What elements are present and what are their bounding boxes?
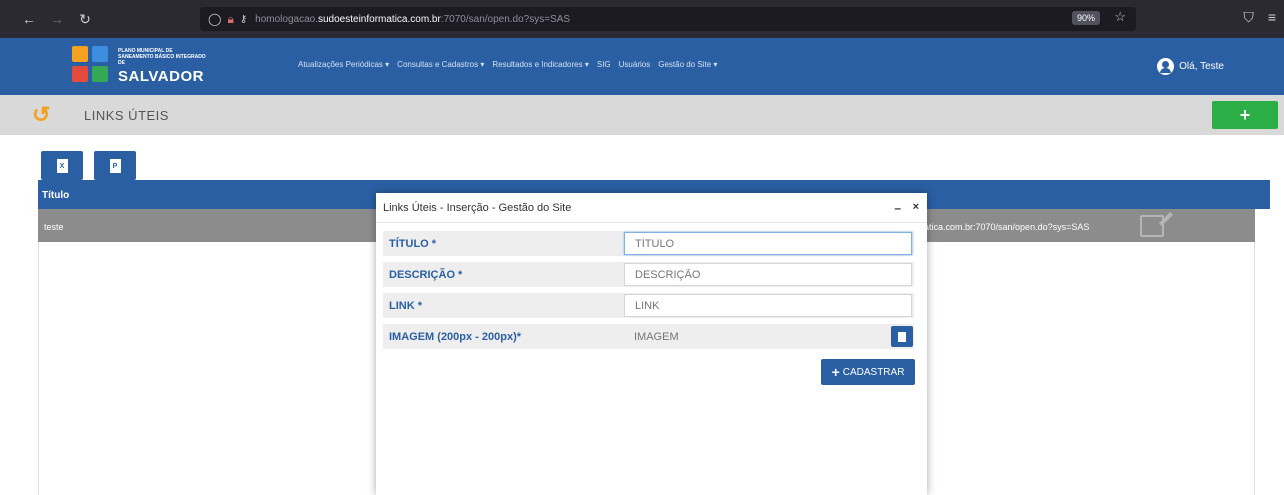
pdf-file-icon: P	[109, 158, 121, 173]
modal-header: Links Úteis - Inserção - Gestão do Site …	[376, 193, 927, 223]
url-bar[interactable]: ◯ 🔒︎ ⚷ homologacao.sudoesteinformatica.c…	[200, 7, 1136, 31]
form-row-imagem: IMAGEM (200px - 200px)*	[383, 324, 914, 349]
link-input[interactable]	[624, 294, 912, 317]
descricao-input[interactable]	[624, 263, 912, 286]
export-pdf-button[interactable]: P	[94, 151, 136, 180]
titulo-label: TÍTULO *	[389, 238, 437, 250]
add-button[interactable]: +	[1212, 101, 1278, 129]
site-logo[interactable]: PLANO MUNICIPAL DE SANEAMENTO BÁSICO INT…	[72, 46, 206, 86]
form-row-descricao: DESCRIÇÃO *	[383, 262, 914, 287]
cadastrar-button[interactable]: + CADASTRAR	[821, 359, 915, 385]
zoom-badge[interactable]: 90%	[1071, 11, 1100, 25]
edit-icon[interactable]	[1140, 215, 1164, 237]
upload-image-button[interactable]	[891, 326, 913, 347]
browser-toolbar: ← → ↻ ◯ 🔒︎ ⚷ homologacao.sudoesteinforma…	[0, 0, 1284, 38]
menu-item-gestao-site[interactable]: Gestão do Site ▾	[658, 60, 717, 69]
row-link: atica.com.br:7070/san/open.do?sys=SAS	[924, 222, 1090, 232]
minimize-button[interactable]: –	[894, 201, 901, 215]
cadastrar-label: CADASTRAR	[842, 366, 905, 378]
form-row-link: LINK *	[383, 293, 914, 318]
titulo-input[interactable]	[624, 232, 912, 255]
page-title-bar: ↺ LINKS ÚTEIS +	[0, 95, 1284, 135]
descricao-label: DESCRIÇÃO *	[389, 269, 463, 281]
modal-title: Links Úteis - Inserção - Gestão do Site	[383, 202, 572, 214]
menu-item-usuarios[interactable]: Usuários	[619, 60, 651, 69]
close-button[interactable]: ×	[913, 201, 919, 213]
file-upload-icon	[898, 331, 906, 342]
user-menu[interactable]: Olá, Teste	[1157, 58, 1224, 75]
lock-icon[interactable]: 🔒︎	[227, 12, 233, 27]
shield-icon[interactable]: ◯	[208, 12, 221, 26]
user-avatar-icon	[1157, 58, 1175, 75]
menu-item-atualizacoes[interactable]: Atualizações Periódicas ▾	[298, 60, 389, 69]
imagem-input[interactable]	[624, 325, 884, 348]
menu-item-consultas[interactable]: Consultas e Cadastros ▾	[397, 60, 484, 69]
main-menu: Atualizações Periódicas ▾ Consultas e Ca…	[298, 60, 717, 69]
link-label: LINK *	[389, 300, 422, 312]
page-title: LINKS ÚTEIS	[84, 108, 169, 123]
column-header-title[interactable]: Título	[42, 190, 69, 201]
back-icon[interactable]: ↺	[32, 103, 60, 127]
logo-emblem	[72, 46, 112, 86]
key-icon[interactable]: ⚷	[240, 14, 247, 25]
imagem-label: IMAGEM (200px - 200px)*	[389, 331, 522, 343]
user-greeting: Olá, Teste	[1179, 61, 1224, 72]
menu-item-sig[interactable]: SIG	[597, 60, 611, 69]
url-text: homologacao.sudoesteinformatica.com.br:7…	[255, 13, 571, 25]
reload-icon[interactable]: ↻	[74, 8, 96, 30]
excel-file-icon: X	[56, 158, 68, 173]
row-title: teste	[44, 222, 64, 232]
plus-icon: +	[831, 364, 840, 380]
bookmark-star-icon[interactable]: ☆	[1114, 9, 1126, 25]
app-header: PLANO MUNICIPAL DE SANEAMENTO BÁSICO INT…	[0, 38, 1284, 95]
form-row-titulo: TÍTULO *	[383, 231, 914, 256]
back-arrow-icon[interactable]: ←	[18, 8, 40, 30]
menu-item-resultados[interactable]: Resultados e Indicadores ▾	[492, 60, 589, 69]
forward-arrow-icon[interactable]: →	[46, 8, 68, 30]
export-excel-button[interactable]: X	[41, 151, 83, 180]
insert-link-modal: Links Úteis - Inserção - Gestão do Site …	[376, 193, 927, 495]
menu-icon[interactable]: ≡	[1268, 9, 1276, 26]
pocket-icon[interactable]: ⛉	[1243, 9, 1254, 26]
logo-subtitle: PLANO MUNICIPAL DE SANEAMENTO BÁSICO INT…	[118, 48, 206, 66]
logo-title: SALVADOR	[118, 68, 204, 85]
